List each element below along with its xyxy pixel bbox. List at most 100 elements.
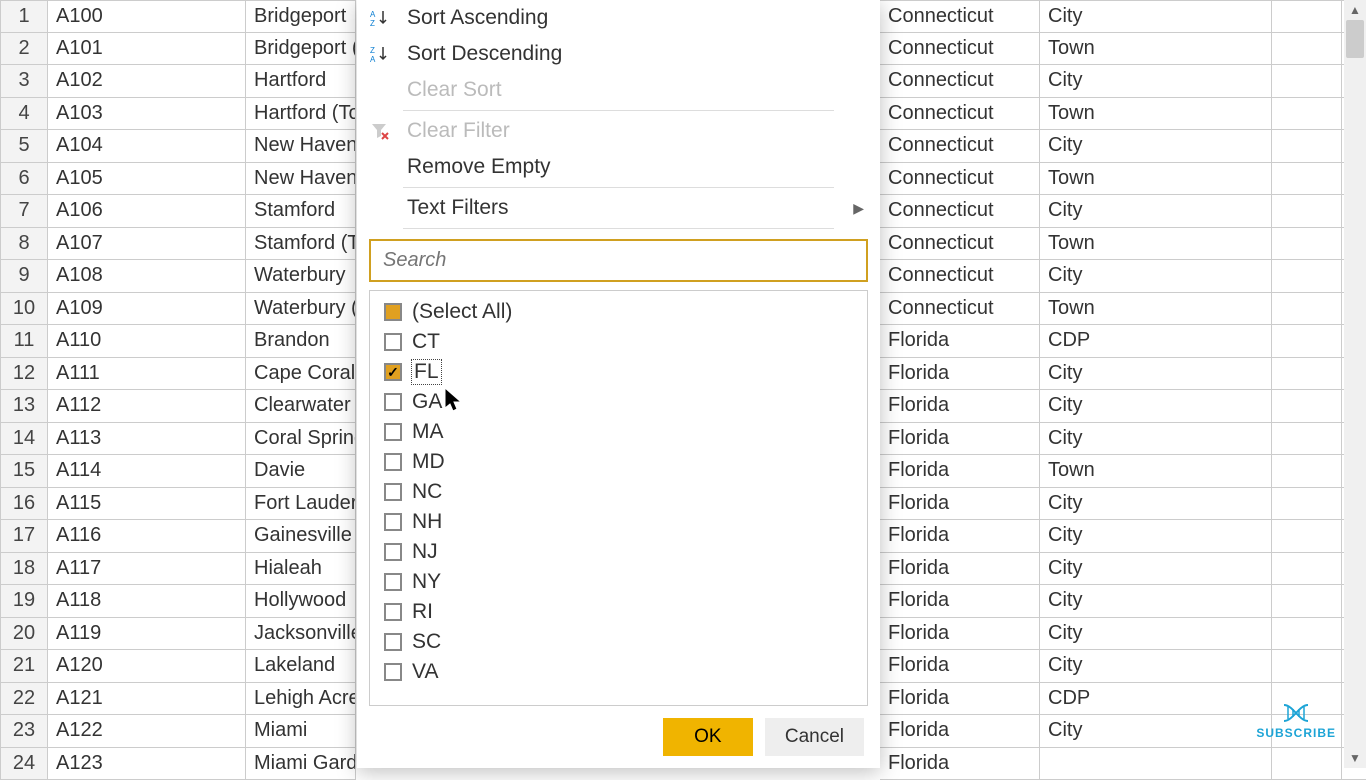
cell-type[interactable]: City xyxy=(1040,618,1272,651)
filter-option[interactable]: SC xyxy=(370,627,867,657)
cell-type[interactable]: City xyxy=(1040,390,1272,423)
row-number[interactable]: 12 xyxy=(0,358,48,391)
cell-type[interactable]: City xyxy=(1040,520,1272,553)
cell-city[interactable]: Brandon xyxy=(246,325,356,358)
cell-id[interactable]: A120 xyxy=(48,650,246,683)
cell-state[interactable]: Florida xyxy=(880,618,1040,651)
checkbox-icon[interactable] xyxy=(384,453,402,471)
cell-state[interactable]: Connecticut xyxy=(880,228,1040,261)
cell-city[interactable]: Hartford (Tow xyxy=(246,98,356,131)
cell-state[interactable]: Florida xyxy=(880,585,1040,618)
checkbox-icon[interactable] xyxy=(384,573,402,591)
cell-type[interactable]: City xyxy=(1040,715,1272,748)
cell-id[interactable]: A111 xyxy=(48,358,246,391)
cell-city[interactable]: Miami xyxy=(246,715,356,748)
filter-option[interactable]: NJ xyxy=(370,537,867,567)
cell-type[interactable]: City xyxy=(1040,0,1272,33)
cell-type[interactable]: City xyxy=(1040,358,1272,391)
cell-state[interactable]: Connecticut xyxy=(880,33,1040,66)
scroll-thumb[interactable] xyxy=(1346,20,1364,58)
cell-id[interactable]: A117 xyxy=(48,553,246,586)
cell-city[interactable]: Waterbury (To xyxy=(246,293,356,326)
checkbox-icon[interactable] xyxy=(384,333,402,351)
cell-state[interactable]: Florida xyxy=(880,715,1040,748)
checkbox-icon[interactable] xyxy=(384,423,402,441)
checkbox-icon[interactable] xyxy=(384,633,402,651)
row-number[interactable]: 7 xyxy=(0,195,48,228)
cell-city[interactable]: Cape Coral xyxy=(246,358,356,391)
row-number[interactable]: 21 xyxy=(0,650,48,683)
cell-state[interactable]: Connecticut xyxy=(880,195,1040,228)
cell-city[interactable]: Hartford xyxy=(246,65,356,98)
cell-id[interactable]: A109 xyxy=(48,293,246,326)
text-filters-item[interactable]: Text Filters ▶ xyxy=(357,190,880,226)
filter-option[interactable]: VA xyxy=(370,657,867,687)
scroll-up-arrow[interactable]: ▲ xyxy=(1344,0,1366,20)
scroll-down-arrow[interactable]: ▼ xyxy=(1344,748,1366,768)
cell-id[interactable]: A116 xyxy=(48,520,246,553)
cell-state[interactable]: Florida xyxy=(880,520,1040,553)
checkbox-icon[interactable] xyxy=(384,543,402,561)
cell-type[interactable]: City xyxy=(1040,585,1272,618)
cell-id[interactable]: A122 xyxy=(48,715,246,748)
sort-descending-item[interactable]: Z A Sort Descending xyxy=(357,36,880,72)
cell-id[interactable]: A113 xyxy=(48,423,246,456)
cell-type[interactable]: City xyxy=(1040,260,1272,293)
checkbox-icon[interactable] xyxy=(384,603,402,621)
cell-id[interactable]: A110 xyxy=(48,325,246,358)
filter-option[interactable]: NY xyxy=(370,567,867,597)
cell-type[interactable]: City xyxy=(1040,423,1272,456)
row-number[interactable]: 18 xyxy=(0,553,48,586)
cell-id[interactable]: A115 xyxy=(48,488,246,521)
cell-id[interactable]: A107 xyxy=(48,228,246,261)
row-number[interactable]: 22 xyxy=(0,683,48,716)
cell-type[interactable]: Town xyxy=(1040,293,1272,326)
cell-city[interactable]: Stamford (Tow xyxy=(246,228,356,261)
row-number[interactable]: 15 xyxy=(0,455,48,488)
filter-option[interactable]: GA xyxy=(370,387,867,417)
cell-city[interactable]: Lakeland xyxy=(246,650,356,683)
select-all-item[interactable]: (Select All) xyxy=(370,297,867,327)
row-number[interactable]: 3 xyxy=(0,65,48,98)
cell-city[interactable]: Gainesville xyxy=(246,520,356,553)
cell-city[interactable]: Jacksonville xyxy=(246,618,356,651)
cell-id[interactable]: A100 xyxy=(48,0,246,33)
row-number[interactable]: 9 xyxy=(0,260,48,293)
row-number[interactable]: 2 xyxy=(0,33,48,66)
cancel-button[interactable]: Cancel xyxy=(765,718,864,756)
subscribe-badge[interactable]: SUBSCRIBE xyxy=(1256,702,1336,740)
cell-id[interactable]: A112 xyxy=(48,390,246,423)
cell-state[interactable]: Florida xyxy=(880,650,1040,683)
sort-ascending-item[interactable]: A Z Sort Ascending xyxy=(357,0,880,36)
filter-option[interactable]: FL xyxy=(370,357,867,387)
cell-type[interactable]: City xyxy=(1040,195,1272,228)
cell-state[interactable]: Connecticut xyxy=(880,130,1040,163)
row-number[interactable]: 13 xyxy=(0,390,48,423)
row-number[interactable]: 23 xyxy=(0,715,48,748)
cell-state[interactable]: Connecticut xyxy=(880,0,1040,33)
cell-id[interactable]: A106 xyxy=(48,195,246,228)
row-number[interactable]: 1 xyxy=(0,0,48,33)
cell-city[interactable]: Bridgeport (To xyxy=(246,33,356,66)
filter-option[interactable]: NH xyxy=(370,507,867,537)
cell-type[interactable]: City xyxy=(1040,65,1272,98)
cell-city[interactable]: Stamford xyxy=(246,195,356,228)
cell-state[interactable]: Connecticut xyxy=(880,65,1040,98)
cell-city[interactable]: Bridgeport xyxy=(246,0,356,33)
cell-city[interactable]: Miami Garden xyxy=(246,748,356,780)
row-number[interactable]: 11 xyxy=(0,325,48,358)
cell-id[interactable]: A119 xyxy=(48,618,246,651)
cell-state[interactable]: Connecticut xyxy=(880,163,1040,196)
cell-city[interactable]: Fort Lauderda xyxy=(246,488,356,521)
filter-option[interactable]: CT xyxy=(370,327,867,357)
row-number[interactable]: 24 xyxy=(0,748,48,780)
cell-state[interactable]: Florida xyxy=(880,358,1040,391)
cell-type[interactable]: City xyxy=(1040,650,1272,683)
row-number[interactable]: 19 xyxy=(0,585,48,618)
row-number[interactable]: 14 xyxy=(0,423,48,456)
checkbox-icon[interactable] xyxy=(384,663,402,681)
cell-city[interactable]: Waterbury xyxy=(246,260,356,293)
ok-button[interactable]: OK xyxy=(663,718,753,756)
checkbox-icon[interactable] xyxy=(384,483,402,501)
cell-state[interactable]: Florida xyxy=(880,748,1040,780)
